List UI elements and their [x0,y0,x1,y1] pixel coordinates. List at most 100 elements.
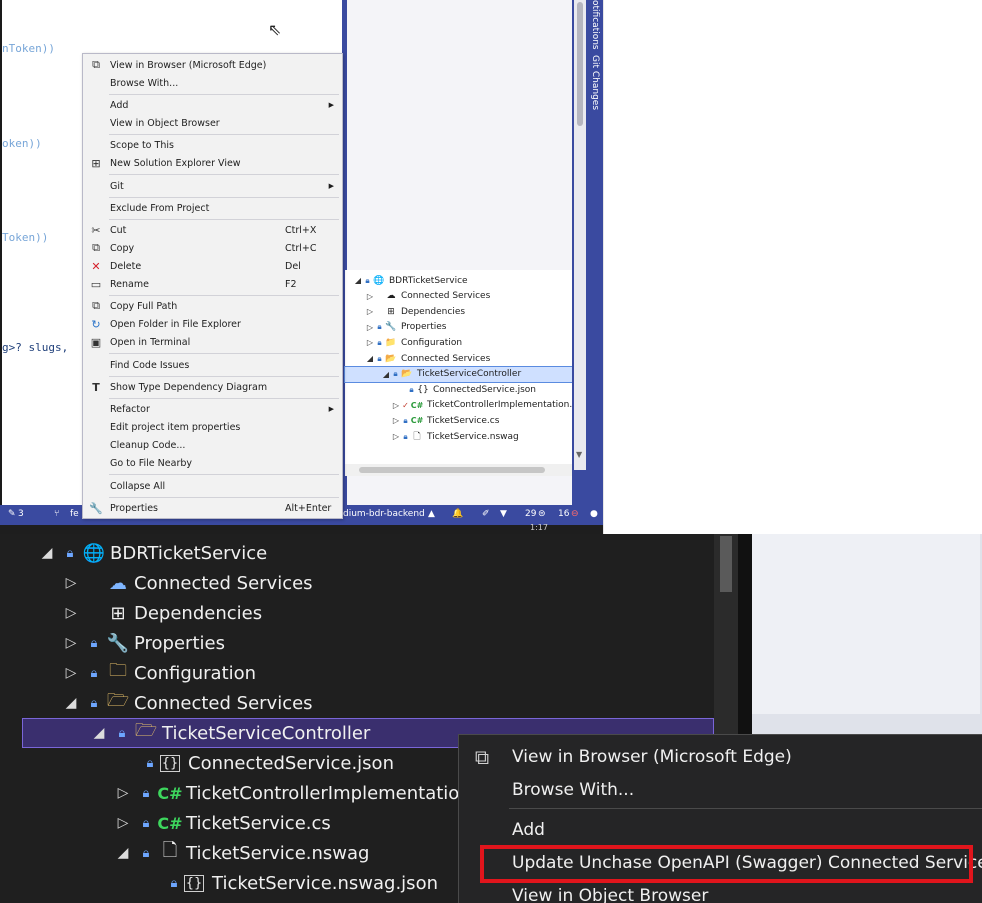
wrench-icon: 🔧 [89,501,103,515]
menu-add[interactable]: Add ▶ [83,96,342,114]
menu-add[interactable]: Add [459,813,982,846]
tree-item[interactable]: ▷ 🔒︎ 📁 Configuration [365,335,462,350]
menu-git[interactable]: Git ▶ [83,177,342,195]
menu-rename[interactable]: ▭ Rename F2 [83,275,342,293]
tree-item[interactable]: ◢ 🔒︎ 📂 Connected Services [365,351,490,366]
json-icon: {} [160,754,180,772]
menu-go-to-file-nearby[interactable]: Go to File Nearby [83,454,342,472]
expand-arrow-icon[interactable]: ◢ [86,725,112,741]
collapse-arrow-icon[interactable]: ▷ [391,416,401,425]
collapse-arrow-icon[interactable]: ▷ [365,323,375,332]
expand-arrow-icon[interactable]: ◢ [353,276,363,285]
menu-collapse-all[interactable]: Collapse All [83,477,342,495]
tree-item[interactable]: ▷ 🔒︎ 🗋 TicketService.nswag [391,429,519,444]
tree-item[interactable]: ▷ ☁ Connected Services [365,289,490,304]
expand-arrow-icon[interactable]: ◢ [34,545,60,561]
collapse-arrow-icon[interactable]: ▷ [110,785,136,801]
tree-item[interactable]: ◢ 🔒︎ 🌐 BDRTicketService [353,273,468,288]
tree-item[interactable]: ◢ 🔒︎ 🗋 TicketService.nswag [110,838,370,868]
repo-name[interactable]: dium-bdr-backend [343,509,425,519]
collapse-arrow-icon[interactable]: ▷ [58,665,84,681]
menu-browse-with[interactable]: Browse With... [459,773,982,806]
collapse-arrow-icon[interactable]: ▷ [58,635,84,651]
tree-item[interactable]: ▷ 🔒︎ 🗀 Configuration [58,658,256,688]
top-ide-panel: nToken)) oken)) Token)) g>? slugs, ⇖ ◢ 🔒︎… [0,0,604,534]
brush-icon[interactable]: ✐ [482,509,490,519]
expand-arrow-icon[interactable]: ◢ [381,370,391,379]
menu-view-in-browser[interactable]: ⧉ View in Browser (Microsoft Edge) [459,740,982,773]
tree-item[interactable]: ▷ 🔒︎ 🔧 Properties [58,628,225,658]
collapse-arrow-icon[interactable]: ▷ [365,307,375,316]
tree-item[interactable]: ▷ ✓ C# TicketControllerImplementation. [391,398,572,413]
menu-view-in-browser[interactable]: ⧉ View in Browser (Microsoft Edge) [83,56,342,74]
expand-arrow-icon[interactable]: ◢ [365,354,375,363]
menu-cleanup-code[interactable]: Cleanup Code... [83,436,342,454]
scrollbar-thumb[interactable] [577,2,583,126]
menu-properties[interactable]: 🔧 Properties Alt+Enter [83,499,342,517]
scroll-down-arrow-icon[interactable]: ▼ [576,450,582,459]
tree-item[interactable]: 🔒︎{} ConnectedService.json [397,382,536,397]
menu-view-object-browser[interactable]: View in Object Browser [83,114,342,132]
collapse-arrow-icon[interactable]: ▷ [365,338,375,347]
menu-refactor[interactable]: Refactor ▶ [83,400,342,418]
tree-item-label: ConnectedService.json [188,752,394,774]
menu-edit-project-props[interactable]: Edit project item properties [83,418,342,436]
menu-open-folder[interactable]: ↻ Open Folder in File Explorer [83,315,342,333]
chevron-up-icon: ▲ [428,509,435,519]
tree-item[interactable]: ▷ ⊞ Dependencies [365,304,465,319]
tree-item-label: TicketServiceController [162,722,371,744]
errors-count[interactable]: 16 [558,509,569,519]
menu-copy-full-path[interactable]: ⧉ Copy Full Path [83,297,342,315]
tree-item[interactable]: ▷ ⊞ Dependencies [58,598,263,628]
expand-arrow-icon[interactable]: ◢ [58,695,84,711]
expand-arrow-icon[interactable]: ◢ [110,845,136,861]
shield-check-icon[interactable]: ▼ [500,509,507,519]
tree-item[interactable]: ▷ 🔒︎ C# TicketService.cs [391,413,499,428]
lock-icon: 🔒︎ [146,755,154,771]
copy-icon: ⧉ [92,241,100,254]
menu-scope-to-this[interactable]: Scope to This [83,136,342,154]
collapse-arrow-icon[interactable]: ▷ [58,575,84,591]
collapse-arrow-icon[interactable]: ▷ [391,401,401,410]
menu-separator [109,474,339,475]
tree-item[interactable]: ◢ 🔒︎ 🗁 Connected Services [58,688,313,718]
code-line: oken)) [2,137,42,150]
tab-notifications[interactable]: otifications [590,0,600,50]
json-icon: {} [417,384,429,395]
scrollbar-thumb[interactable] [720,536,732,592]
tree-item[interactable]: ▷ ☁ Connected Services [58,568,313,598]
tree-item-label: TicketService.cs [186,812,331,834]
scrollbar-thumb[interactable] [359,467,545,473]
menu-delete[interactable]: ✕ Delete Del [83,257,342,275]
browser-icon: ⧉ [92,58,100,71]
tree-item[interactable]: ◢ 🔒︎ 🗁 TicketServiceController [86,718,371,748]
tree-item[interactable]: ◢ 🔒︎ 🌐 BDRTicketService [34,538,268,568]
branch-name[interactable]: fe [70,509,79,519]
bell-icon[interactable]: 🔔 [452,509,463,519]
tree-item[interactable]: ▷ 🔒︎ C# TicketControllerImplementation.cs [110,778,496,808]
menu-exclude[interactable]: Exclude From Project [83,199,342,217]
collapse-arrow-icon[interactable]: ▷ [391,432,401,441]
menu-copy[interactable]: ⧉ Copy Ctrl+C [83,239,342,257]
tree-item[interactable]: ◢ 🔒︎ 📂 TicketServiceController [344,365,574,383]
tree-item[interactable]: ▷ 🔒︎ 🔧 Properties [365,320,447,335]
edits-count[interactable]: 3 [18,509,24,519]
menu-show-type-dep[interactable]: T Show Type Dependency Diagram [83,378,342,396]
menu-open-terminal[interactable]: ▣ Open in Terminal [83,333,342,351]
collapse-arrow-icon[interactable]: ▷ [110,815,136,831]
horizontal-scrollbar[interactable] [345,464,573,476]
collapse-arrow-icon[interactable]: ▷ [58,605,84,621]
lock-icon: 🔒︎ [90,635,98,651]
menu-new-se-view[interactable]: ⊞ New Solution Explorer View [83,154,342,172]
tree-item-label: TicketService.nswag [427,431,519,442]
collapse-arrow-icon[interactable]: ▷ [365,292,375,301]
tab-git-changes[interactable]: Git Changes [590,55,600,110]
warnings-count[interactable]: 29 [525,509,536,519]
menu-find-code-issues[interactable]: Find Code Issues [83,356,342,374]
tree-item[interactable]: ▷ 🔒︎ C# TicketService.cs [110,808,331,838]
tree-item[interactable]: 🔒︎ {} ConnectedService.json [114,748,394,778]
file-icon: 🗋 [413,431,421,442]
tree-item[interactable]: 🔒︎ {} TicketService.nswag.json [138,868,438,898]
menu-browse-with[interactable]: Browse With... [83,74,342,92]
menu-cut[interactable]: ✂ Cut Ctrl+X [83,221,342,239]
